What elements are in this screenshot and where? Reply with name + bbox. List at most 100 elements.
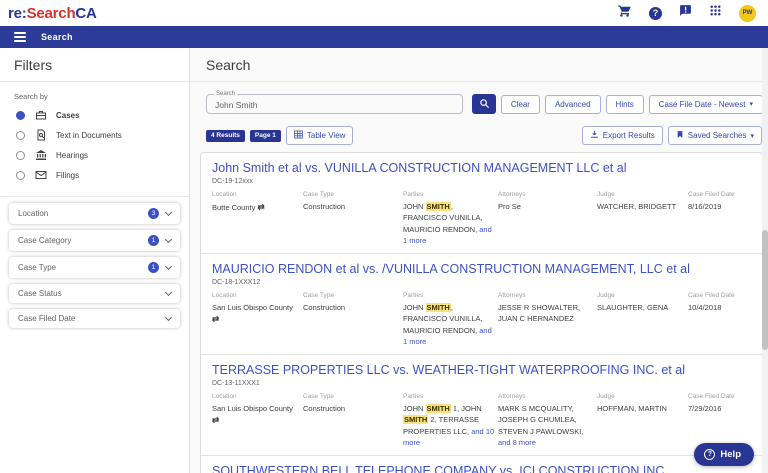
result-parties: Parties JOHN SMITH, FRANCISCO VUNILLA, M… <box>403 292 492 346</box>
nav-search-item[interactable]: Search <box>41 32 73 42</box>
top-app-bar: re:SearchCA ? PW <box>0 0 768 26</box>
search-row: Search Clear Advanced Hints Case File Da… <box>190 82 768 120</box>
case-title-link[interactable]: MAURICIO RENDON et al vs. /VUNILLA CONST… <box>212 262 751 276</box>
case-title-link[interactable]: John Smith et al vs. VUNILLA CONSTRUCTIO… <box>212 161 751 175</box>
logo-ca: CA <box>75 4 97 22</box>
result-judge: Judge WATCHER, BRIDGETT <box>597 191 677 211</box>
scrollbar-thumb[interactable] <box>762 230 768 350</box>
search-main-panel: Search Search Clear Advanced Hints Case … <box>190 48 768 473</box>
search-input[interactable] <box>207 96 463 114</box>
export-results-button[interactable]: Export Results <box>581 126 663 145</box>
filter-case-category[interactable]: Case Category 1 <box>9 230 180 251</box>
filter-count-badge: 1 <box>148 235 159 246</box>
logo-search: Search <box>26 4 76 22</box>
caret-down-icon: ▾ <box>750 132 754 140</box>
table-view-button[interactable]: Table View <box>285 126 354 145</box>
search-by-hearings[interactable]: Hearings <box>14 145 175 165</box>
courthouse-icon <box>34 149 47 161</box>
saved-searches-button[interactable]: Saved Searches ▾ <box>667 126 762 145</box>
question-mark-icon: ? <box>704 449 716 460</box>
result-attorneys: Attorneys JESSE R SHOWALTER, JUAN C HERN… <box>498 292 581 324</box>
filters-title: Filters <box>0 48 189 82</box>
result-parties: Parties JOHN SMITH 1, JOHN SMITH 2, TERR… <box>403 393 495 447</box>
avatar[interactable]: PW <box>739 4 756 22</box>
hints-button[interactable]: Hints <box>605 94 644 114</box>
results-count-badge: 4 Results <box>206 129 245 142</box>
help-button[interactable]: ? Help <box>694 443 754 466</box>
briefcase-icon <box>34 109 47 121</box>
result-card: TERRASSE PROPERTIES LLC vs. WEATHER-TIGH… <box>201 355 762 456</box>
results-list: John Smith et al vs. VUNILLA CONSTRUCTIO… <box>200 152 763 473</box>
download-icon <box>590 130 599 141</box>
case-number: DC-13-11XXX1 <box>212 380 260 387</box>
result-card: John Smith et al vs. VUNILLA CONSTRUCTIO… <box>201 153 762 254</box>
filter-case-filed-date[interactable]: Case Filed Date <box>9 309 180 328</box>
case-number: DC-19-12xxx <box>212 178 253 185</box>
chevron-down-icon <box>164 235 173 244</box>
radio-selected-icon <box>16 110 25 120</box>
bookmark-icon <box>676 130 684 141</box>
cart-icon[interactable] <box>617 3 632 23</box>
chevron-down-icon <box>164 313 173 322</box>
app-logo[interactable]: re:SearchCA <box>8 5 97 22</box>
case-number: DC-18-1XXX12 <box>212 279 261 286</box>
result-filed-date: Case Filed Date 8/16/2019 <box>688 191 735 211</box>
swap-icon[interactable]: ⇄ <box>212 415 219 425</box>
swap-icon[interactable]: ⇄ <box>257 202 264 212</box>
topbar-icons: ? PW <box>617 3 756 23</box>
search-button[interactable] <box>472 94 496 114</box>
apps-grid-icon[interactable] <box>709 4 722 22</box>
radio-icon <box>16 170 25 180</box>
envelope-icon <box>34 169 47 181</box>
search-by-label: Search by <box>14 92 48 101</box>
help-icon[interactable]: ? <box>649 6 662 20</box>
filter-count-badge: 3 <box>148 208 159 219</box>
chevron-down-icon <box>164 208 173 217</box>
case-title-link[interactable]: SOUTHWESTERN BELL TELEPHONE COMPANY vs. … <box>212 464 751 473</box>
case-title-link[interactable]: TERRASSE PROPERTIES LLC vs. WEATHER-TIGH… <box>212 363 751 377</box>
result-case-type: Case Type Construction <box>303 292 346 312</box>
feedback-icon[interactable] <box>679 4 692 22</box>
result-location: Location San Luis Obispo County ⇄ <box>212 393 293 426</box>
result-location: Location San Luis Obispo County ⇄ <box>212 292 293 325</box>
filter-case-status[interactable]: Case Status <box>9 284 180 303</box>
search-by-text-in-documents[interactable]: Text in Documents <box>14 125 175 145</box>
filter-count-badge: 1 <box>148 262 159 273</box>
result-card: MAURICIO RENDON et al vs. /VUNILLA CONST… <box>201 254 762 355</box>
result-filed-date: Case Filed Date 7/29/2016 <box>688 393 735 413</box>
menu-icon[interactable] <box>14 32 26 42</box>
clear-button[interactable]: Clear <box>500 94 540 114</box>
result-attorneys: Attorneys Pro Se <box>498 191 526 211</box>
caret-down-icon: ▾ <box>749 101 753 108</box>
filter-case-type[interactable]: Case Type 1 <box>9 257 180 278</box>
search-by-cases[interactable]: Cases <box>14 105 175 125</box>
result-judge: Judge HOFFMAN, MARTIN <box>597 393 667 413</box>
result-case-type: Case Type Construction <box>303 191 346 211</box>
results-toolbar: 4 Results Page 1 Table View Export Resul… <box>190 120 768 150</box>
scrollbar[interactable] <box>762 48 768 473</box>
page-title: Search <box>190 48 768 82</box>
radio-icon <box>16 150 25 160</box>
result-filed-date: Case Filed Date 10/4/2018 <box>688 292 735 312</box>
search-field: Search <box>206 91 464 114</box>
search-by-filings[interactable]: Filings <box>14 165 175 185</box>
filter-location[interactable]: Location 3 <box>9 203 180 224</box>
result-judge: Judge SLAUGHTER, GENA <box>597 292 669 312</box>
document-search-icon <box>34 129 47 141</box>
chevron-down-icon <box>164 262 173 271</box>
search-field-label: Search <box>214 91 238 97</box>
page-number-badge: Page 1 <box>249 129 281 142</box>
table-grid-icon <box>294 130 303 141</box>
advanced-button[interactable]: Advanced <box>544 94 601 114</box>
sort-dropdown[interactable]: Case File Date - Newest ▾ <box>648 94 763 114</box>
filters-sidebar: Filters Search by Cases Text in Document… <box>0 48 190 473</box>
result-card: SOUTHWESTERN BELL TELEPHONE COMPANY vs. … <box>201 456 762 473</box>
result-location: Location Butte County ⇄ <box>212 191 265 212</box>
result-case-type: Case Type Construction <box>303 393 346 413</box>
swap-icon[interactable]: ⇄ <box>212 314 219 324</box>
radio-icon <box>16 130 25 140</box>
logo-re: re: <box>8 4 27 22</box>
chevron-down-icon <box>164 288 173 297</box>
result-attorneys: Attorneys MARK S MCQUALITY, JOSEPH G CHU… <box>498 393 584 447</box>
nav-bar: Search <box>0 26 768 48</box>
